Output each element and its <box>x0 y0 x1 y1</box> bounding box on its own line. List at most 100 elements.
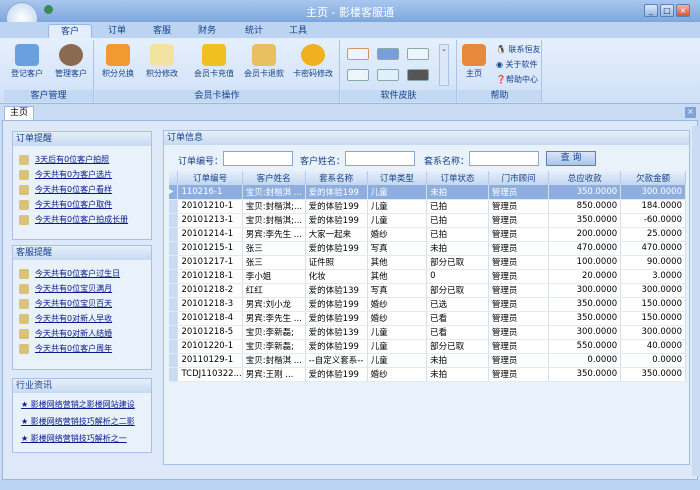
table-row[interactable]: 20101218-4 男宾:李先生 ... 爱的体验199 婚纱 已看 管理员 350.00… <box>169 311 686 326</box>
column-header[interactable]: 订单类型 <box>367 171 428 185</box>
skin-option[interactable] <box>347 48 369 60</box>
reminder-link[interactable]: 今天共有0对新人结婚 <box>13 326 151 341</box>
maximize-button[interactable]: □ <box>660 4 674 17</box>
table-cell: 爱的体验199 <box>305 185 368 200</box>
row-indicator[interactable] <box>169 227 179 242</box>
table-cell: 爱的体验199 <box>305 367 368 382</box>
tab-orders[interactable]: 订单 <box>95 24 139 38</box>
minimize-button[interactable]: _ <box>644 4 658 17</box>
package-name-input[interactable] <box>469 151 539 166</box>
table-row[interactable]: 20101214-1 男宾:李先生 ... 大家一起来 婚纱 已拍 管理员 200.0000… <box>169 227 686 242</box>
news-link[interactable]: ★ 影楼网络营销之影楼网站建设 <box>21 397 151 414</box>
table-cell: 宝贝:封楷淇 ... <box>242 353 306 368</box>
table-row[interactable]: TCDJ110322... 男宾:王刚 ... 爱的体验199 婚纱 未拍 管理员 350.… <box>169 367 686 382</box>
skin-option[interactable] <box>377 69 399 81</box>
news-link[interactable]: ★ 影楼网络营销技巧解析之一 <box>21 431 151 448</box>
skin-option[interactable] <box>347 69 369 81</box>
reminder-link[interactable]: 今天共有0为客户选片 <box>13 167 151 182</box>
table-row[interactable]: 20101217-1 张三 证件照 其他 部分已取 管理员 100.0000 90.0000 <box>169 255 686 270</box>
tab-tools[interactable]: 工具 <box>276 24 320 38</box>
table-cell: 宝贝:李新磊; <box>242 325 306 340</box>
reminder-link[interactable]: 今天共有0位客户取件 <box>13 197 151 212</box>
points-redeem-button[interactable]: 积分兑换 <box>97 44 139 79</box>
skin-option[interactable] <box>407 69 429 81</box>
column-header[interactable]: 总应收款 <box>548 171 622 185</box>
column-header[interactable]: 订单编号 <box>177 171 243 185</box>
table-cell: 管理员 <box>488 297 550 312</box>
row-indicator[interactable] <box>169 241 179 256</box>
table-row[interactable]: 20101218-2 红红 爱的体验139 写真 部分已取 管理员 300.0000 300.… <box>169 283 686 298</box>
skin-option[interactable] <box>377 48 399 60</box>
manage-customer-button[interactable]: 管理客户 <box>50 44 92 79</box>
label: 会员卡充值 <box>194 69 234 78</box>
panel-title: 订单信息 <box>164 131 689 145</box>
card-password-button[interactable]: 卡密码修改 <box>288 44 338 79</box>
row-indicator[interactable] <box>169 269 179 284</box>
query-button[interactable]: 查 询 <box>546 151 596 166</box>
column-header[interactable]: 门市顾问 <box>488 171 550 185</box>
reminder-link[interactable]: 3天后有0位客户拍照 <box>13 152 151 167</box>
table-row[interactable]: 20101215-1 张三 爱的体验199 写真 未拍 管理员 470.0000 470.00… <box>169 241 686 256</box>
skin-option[interactable] <box>407 48 429 60</box>
doc-tab-home[interactable]: 主页 <box>4 106 34 120</box>
tab-service[interactable]: 客服 <box>140 24 184 38</box>
reminder-link[interactable]: 今天共有0位客户拍成长册 <box>13 212 151 227</box>
table-row[interactable]: 20101218-1 李小姐 化妆 其他 0 管理员 20.0000 3.0000 <box>169 269 686 284</box>
help-center-link[interactable]: ❓帮助中心 <box>496 74 538 85</box>
reminder-link[interactable]: 今天共有0位宝贝满月 <box>13 281 151 296</box>
home-button[interactable]: 主页 <box>458 44 490 79</box>
reminder-link[interactable]: 今天共有0位客户看样 <box>13 182 151 197</box>
table-row[interactable]: 20101220-1 宝贝:李新磊; 爱的体验199 儿童 部分已取 管理员 550.000… <box>169 339 686 354</box>
skin-scroll[interactable]: ⌄ <box>439 44 449 86</box>
register-customer-button[interactable]: 登记客户 <box>6 44 48 79</box>
row-indicator[interactable] <box>169 339 179 354</box>
points-edit-button[interactable]: 积分修改 <box>141 44 183 79</box>
tab-finance[interactable]: 财务 <box>185 24 229 38</box>
row-indicator[interactable]: ▶ <box>169 185 179 200</box>
table-cell: 儿童 <box>367 339 428 354</box>
row-indicator[interactable] <box>169 353 179 368</box>
about-link[interactable]: ◉ 关于软件 <box>496 59 538 70</box>
row-indicator[interactable] <box>169 213 179 228</box>
table-row[interactable]: 20101218-5 宝贝:李新磊; 爱的体验139 儿童 已看 管理员 300.0000 3… <box>169 325 686 340</box>
reminder-link[interactable]: 今天共有0位宝贝百天 <box>13 296 151 311</box>
card-recharge-button[interactable]: 会员卡充值 <box>189 44 239 79</box>
scrollbar[interactable] <box>692 126 698 476</box>
tab-customer[interactable]: 客户 <box>48 24 92 38</box>
table-cell: 宝贝:封楷淇;... <box>242 199 306 214</box>
table-row[interactable]: 20101213-1 宝贝:封楷淇;... 爱的体验199 儿童 已拍 管理员 350.00… <box>169 213 686 228</box>
table-cell: 管理员 <box>488 185 550 200</box>
close-button[interactable]: × <box>676 4 690 17</box>
table-row[interactable]: ▶ 110216-1 宝贝:封楷淇 ... 爱的体验199 儿童 未拍 管理员 350.000… <box>169 185 686 200</box>
row-indicator[interactable] <box>169 367 179 382</box>
table-cell: 300.0000 <box>548 325 622 340</box>
table-cell: TCDJ110322... <box>177 367 243 382</box>
quick-access-icon[interactable] <box>44 5 53 14</box>
tab-statistics[interactable]: 统计 <box>232 24 276 38</box>
row-indicator[interactable] <box>169 311 179 326</box>
card-refund-button[interactable]: 会员卡退款 <box>239 44 289 79</box>
table-cell: 300.0000 <box>620 325 686 340</box>
row-indicator[interactable] <box>169 283 179 298</box>
contact-link[interactable]: 🐧 联系恒友 <box>496 44 541 55</box>
row-indicator[interactable] <box>169 199 179 214</box>
close-doc-icon[interactable]: × <box>685 107 696 118</box>
news-link[interactable]: ★ 影楼网络营销技巧解析之二影 <box>21 414 151 431</box>
reminder-link[interactable]: 今天共有0位客户过生日 <box>13 266 151 281</box>
row-indicator[interactable] <box>169 325 179 340</box>
column-header[interactable]: 客户姓名 <box>242 171 306 185</box>
row-indicator[interactable] <box>169 255 179 270</box>
row-indicator[interactable] <box>169 297 179 312</box>
column-header[interactable]: 订单状态 <box>426 171 489 185</box>
column-header[interactable]: 欠款金额 <box>620 171 686 185</box>
label: 管理客户 <box>55 69 87 78</box>
table-row[interactable]: 20110129-1 宝贝:封楷淇 ... --自定义套系-- 儿童 未拍 管理员 0.00… <box>169 353 686 368</box>
order-no-input[interactable] <box>223 151 293 166</box>
customer-name-input[interactable] <box>345 151 415 166</box>
reminder-link[interactable]: 今天共有0对新人早收 <box>13 311 151 326</box>
reminder-link[interactable]: 今天共有0位客户周年 <box>13 341 151 356</box>
table-row[interactable]: 20101210-1 宝贝:封楷淇;... 爱的体验199 儿童 已拍 管理员 850.00… <box>169 199 686 214</box>
column-header[interactable]: 套系名称 <box>305 171 368 185</box>
table-row[interactable]: 20101218-3 男宾:刘小龙 爱的体验199 婚纱 已选 管理员 350.0000 15… <box>169 297 686 312</box>
table-cell: 40.0000 <box>620 339 686 354</box>
